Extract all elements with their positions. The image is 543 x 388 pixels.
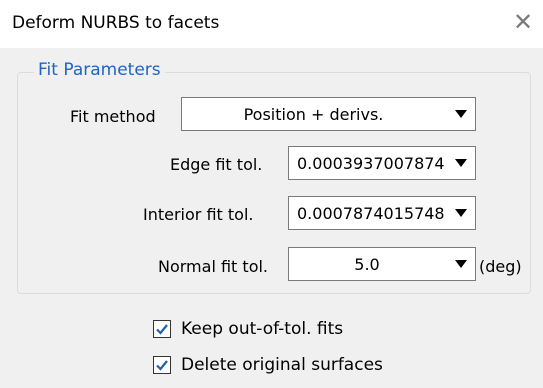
chevron-down-icon <box>455 260 467 268</box>
keep-out-of-tol-checkbox[interactable] <box>153 320 171 338</box>
fit-parameters-label: Fit Parameters <box>34 60 165 80</box>
keep-out-of-tol-label: Keep out-of-tol. fits <box>181 319 344 339</box>
edge-fit-tol-combo[interactable]: 0.0003937007874 <box>288 146 476 180</box>
fit-method-dropdown[interactable]: Position + derivs. <box>181 97 476 131</box>
chevron-down-icon <box>455 209 467 217</box>
deform-nurbs-dialog: Deform NURBS to facets ✕ Fit Parameters … <box>0 0 543 388</box>
fit-method-label: Fit method <box>70 107 156 126</box>
interior-fit-tol-value[interactable]: 0.0007874015748 <box>297 204 445 223</box>
delete-original-label: Delete original surfaces <box>181 355 383 375</box>
fit-method-value: Position + derivs. <box>243 105 384 124</box>
normal-fit-tol-dropdown-button[interactable] <box>447 248 475 280</box>
interior-fit-tol-label: Interior fit tol. <box>143 205 254 224</box>
normal-fit-tol-combo[interactable]: 5.0 <box>288 247 476 281</box>
chevron-down-icon <box>455 110 467 118</box>
delete-original-option[interactable]: Delete original surfaces <box>153 355 383 375</box>
chevron-down-icon <box>455 159 467 167</box>
dialog-title: Deform NURBS to facets <box>12 13 220 33</box>
normal-fit-tol-label: Normal fit tol. <box>158 257 269 276</box>
keep-out-of-tol-option[interactable]: Keep out-of-tol. fits <box>153 319 343 339</box>
fit-method-dropdown-button[interactable] <box>447 98 475 130</box>
edge-fit-tol-dropdown-button[interactable] <box>447 147 475 179</box>
normal-fit-tol-value[interactable]: 5.0 <box>289 255 445 274</box>
checkmark-icon <box>156 324 168 335</box>
edge-fit-tol-label: Edge fit tol. <box>170 155 263 174</box>
interior-fit-tol-dropdown-button[interactable] <box>447 197 475 229</box>
normal-fit-tol-unit: (deg) <box>479 257 522 276</box>
interior-fit-tol-combo[interactable]: 0.0007874015748 <box>288 196 476 230</box>
close-icon[interactable]: ✕ <box>512 10 534 34</box>
delete-original-checkbox[interactable] <box>153 356 171 374</box>
edge-fit-tol-value[interactable]: 0.0003937007874 <box>297 154 445 173</box>
checkmark-icon <box>156 360 168 371</box>
title-bar: Deform NURBS to facets ✕ <box>0 0 543 48</box>
